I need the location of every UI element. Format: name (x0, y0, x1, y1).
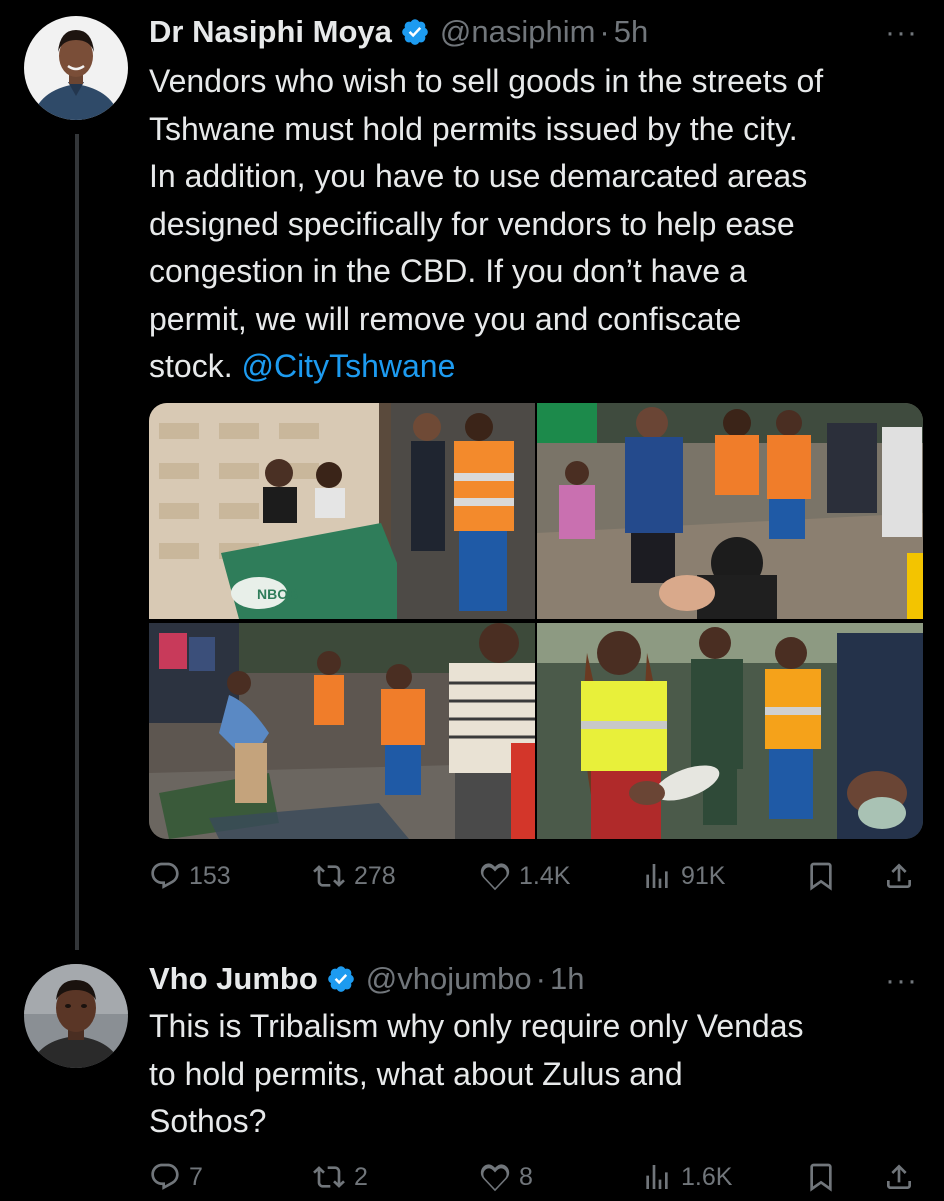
like-button[interactable]: 1.4K (479, 860, 570, 892)
thread-line (75, 134, 79, 950)
timestamp[interactable]: 5h (614, 14, 648, 50)
views-button[interactable]: 91K (641, 860, 725, 892)
separator-dot: · (535, 961, 546, 996)
like-icon (479, 860, 511, 892)
tweet-text-content: Vendors who wish to sell goods in the st… (149, 63, 824, 384)
photo-3[interactable] (149, 623, 535, 839)
display-name[interactable]: Vho Jumbo (149, 961, 318, 997)
tweet-text: This is Tribalism why only require only … (149, 1008, 804, 1139)
bookmark-button[interactable] (805, 860, 837, 892)
repost-button[interactable]: 2 (312, 1161, 368, 1193)
tweet-text: Vendors who wish to sell goods in the st… (149, 58, 929, 391)
reply-count: 7 (189, 1162, 203, 1191)
repost-button[interactable]: 278 (312, 860, 396, 892)
display-name[interactable]: Dr Nasiphi Moya (149, 14, 392, 50)
like-count: 8 (519, 1162, 533, 1191)
repost-icon (312, 1161, 346, 1193)
tweet-actions: 7 2 8 1.6K (149, 1161, 929, 1201)
like-count: 1.4K (519, 861, 571, 890)
tweet-reply[interactable]: Vho Jumbo @vhojumbo · 1h ··· This is Tri… (0, 940, 944, 1200)
bookmark-icon (805, 860, 837, 892)
share-icon (883, 860, 915, 892)
photo-1[interactable]: NBOB (149, 403, 535, 619)
photo-table-text: NBOB (257, 586, 298, 602)
timestamp[interactable]: 1h (550, 961, 584, 997)
tweet-main[interactable]: Dr Nasiphi Moya @nasiphim · 5h ··· Vendo… (0, 0, 944, 950)
handle[interactable]: @vhojumbo (366, 961, 532, 997)
separator-dot: · (599, 14, 610, 49)
tweet-header: Dr Nasiphi Moya @nasiphim · 5h (149, 14, 648, 50)
photo-4[interactable] (537, 623, 923, 839)
reply-button[interactable]: 7 (149, 1161, 203, 1193)
more-icon[interactable]: ··· (885, 964, 918, 998)
media-grid[interactable]: NBOB (149, 403, 923, 839)
photo-2[interactable] (537, 403, 923, 619)
views-button[interactable]: 1.6K (641, 1161, 732, 1193)
share-button[interactable] (883, 1161, 915, 1193)
verified-badge-icon (326, 964, 356, 994)
repost-icon (312, 860, 346, 892)
reply-count: 153 (189, 861, 231, 890)
avatar-vhojumbo[interactable] (24, 964, 128, 1068)
share-icon (883, 1161, 915, 1193)
more-icon[interactable]: ··· (885, 16, 918, 50)
repost-count: 278 (354, 861, 396, 890)
handle[interactable]: @nasiphim (440, 14, 596, 50)
reply-icon (149, 860, 181, 892)
views-icon (641, 860, 673, 892)
views-count: 1.6K (681, 1162, 733, 1191)
views-icon (641, 1161, 673, 1193)
bookmark-button[interactable] (805, 1161, 837, 1193)
tweet-header: Vho Jumbo @vhojumbo · 1h (149, 961, 584, 997)
like-button[interactable]: 8 (479, 1161, 533, 1193)
like-icon (479, 1161, 511, 1193)
verified-badge-icon (400, 17, 430, 47)
bookmark-icon (805, 1161, 837, 1193)
reply-button[interactable]: 153 (149, 860, 231, 892)
tweet-actions: 153 278 1.4K 91K (149, 860, 929, 900)
avatar-nasiphi[interactable] (24, 16, 128, 120)
share-button[interactable] (883, 860, 915, 892)
views-count: 91K (681, 861, 726, 890)
repost-count: 2 (354, 1162, 368, 1191)
mention-link[interactable]: @CityTshwane (241, 348, 455, 384)
reply-icon (149, 1161, 181, 1193)
